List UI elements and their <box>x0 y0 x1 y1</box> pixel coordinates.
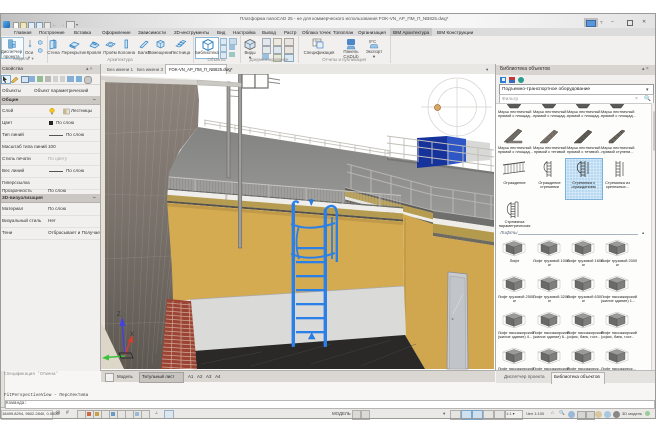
svg-text:Z: Z <box>117 312 121 318</box>
svg-text:X: X <box>130 332 134 338</box>
svg-text:IFC: IFC <box>369 39 377 44</box>
